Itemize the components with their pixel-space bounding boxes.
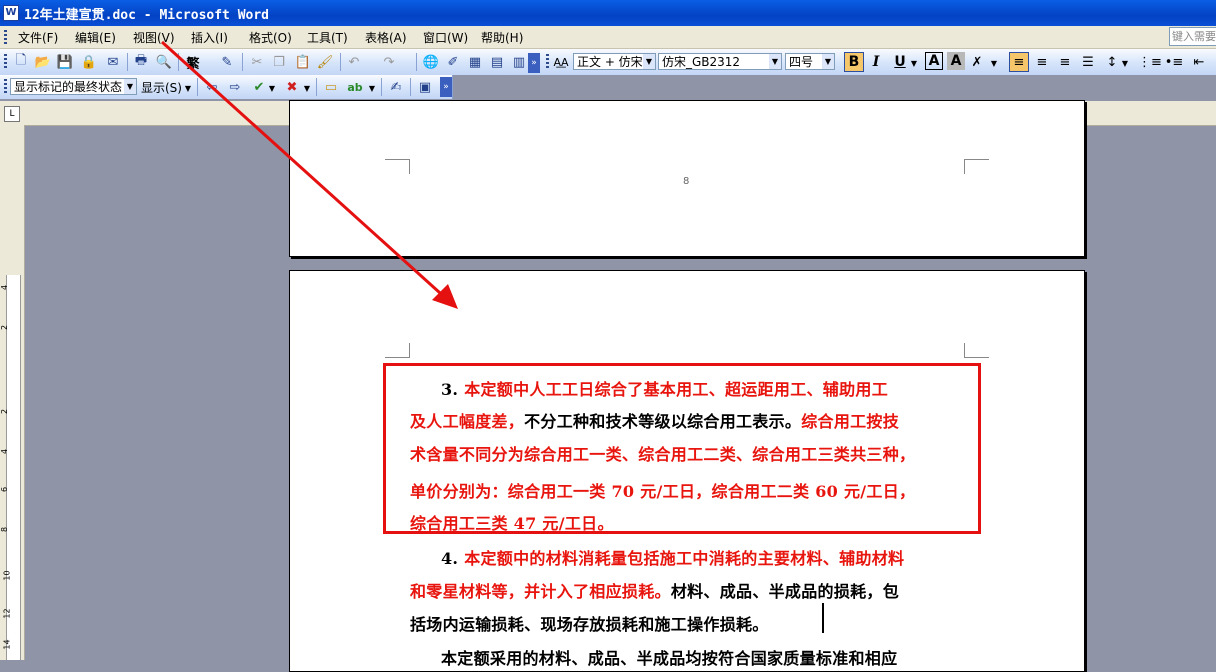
annotation-arrow-icon: [160, 40, 458, 309]
